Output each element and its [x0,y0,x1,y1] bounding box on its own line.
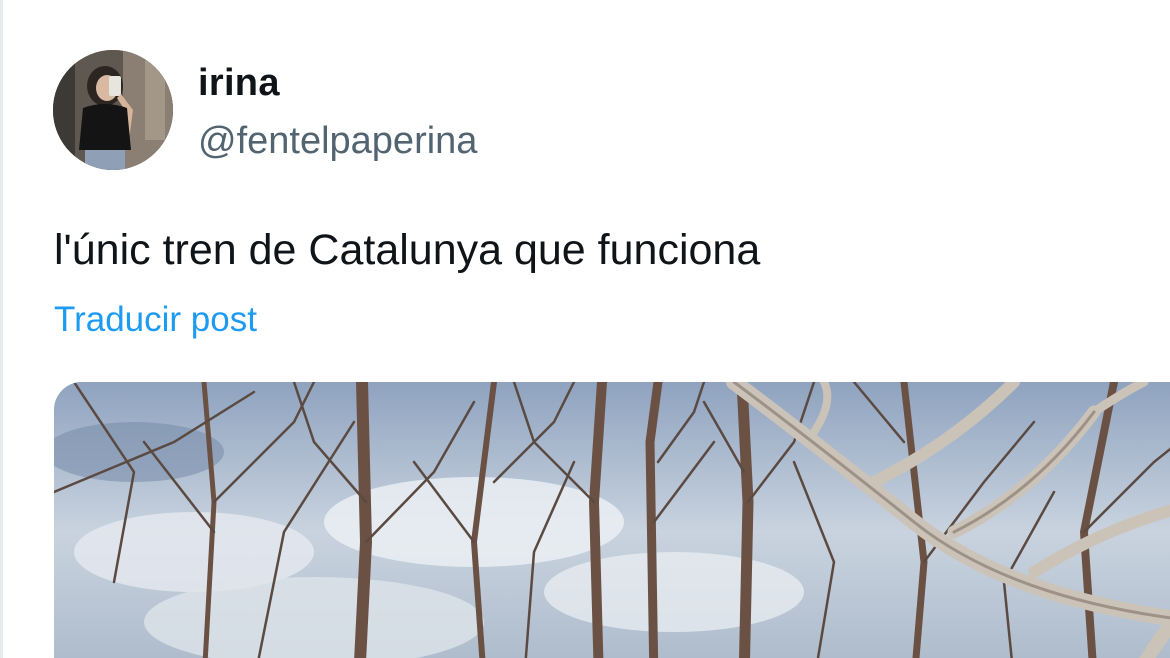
author-handle[interactable]: @fentelpaperina [198,118,477,164]
author-display-name[interactable]: irina [198,60,280,106]
avatar[interactable] [53,50,173,170]
tweet-text: l'únic tren de Catalunya que funciona [54,226,761,274]
profile-photo-icon [53,50,173,170]
tweet-media-image[interactable] [54,382,1170,658]
left-divider [0,0,3,658]
photo-bare-trees-icon [54,382,1170,658]
translate-post-link[interactable]: Traducir post [54,297,257,343]
